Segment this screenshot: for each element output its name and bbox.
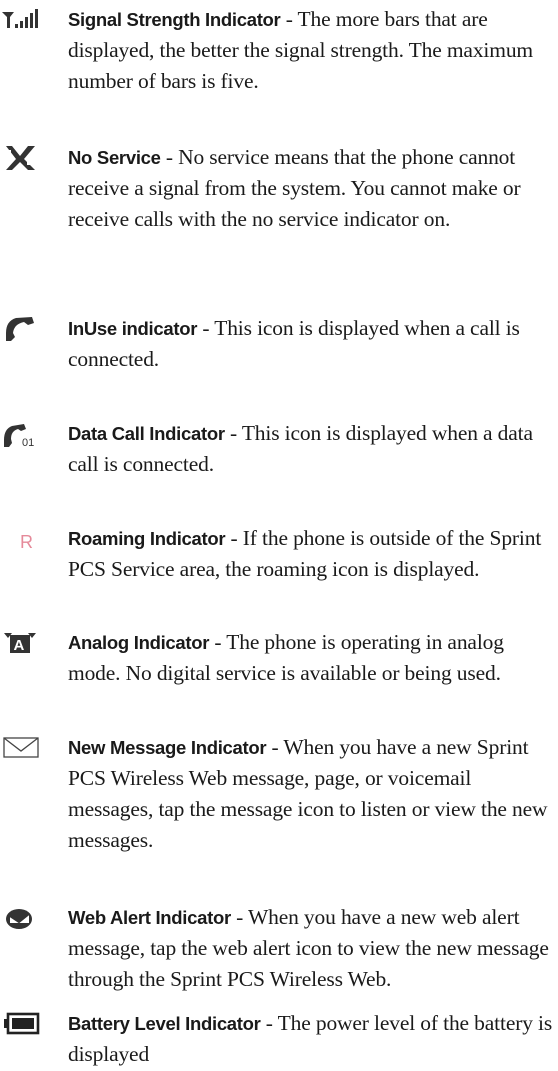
indicator-text: Analog Indicator - The phone is operatin… <box>68 627 558 689</box>
envelope-icon <box>2 734 40 760</box>
data-call-icon-label: 01 <box>22 437 34 448</box>
separator: - <box>224 421 242 445</box>
indicator-text: Data Call Indicator - This icon is displ… <box>68 418 558 480</box>
separator: - <box>280 7 298 31</box>
indicator-text: Battery Level Indicator - The power leve… <box>68 1008 558 1070</box>
indicator-term: Signal Strength Indicator <box>68 9 281 30</box>
separator: - <box>230 905 248 929</box>
web-alert-icon <box>2 904 40 930</box>
signal-strength-icon <box>2 6 40 32</box>
indicator-text: New Message Indicator - When you have a … <box>68 732 558 856</box>
no-service-icon <box>2 144 40 170</box>
indicator-term: InUse indicator <box>68 318 198 339</box>
indicator-term: New Message Indicator <box>68 737 267 758</box>
analog-icon-label: A <box>14 637 25 654</box>
indicator-text: InUse indicator - This icon is displayed… <box>68 313 558 375</box>
battery-icon <box>2 1010 40 1036</box>
data-call-handset-icon: 01 <box>2 420 40 448</box>
indicator-term: Analog Indicator <box>68 632 210 653</box>
separator: - <box>225 526 243 550</box>
separator: - <box>260 1011 278 1035</box>
separator: - <box>197 316 215 340</box>
indicator-term: Data Call Indicator <box>68 423 225 444</box>
indicator-text: Signal Strength Indicator - The more bar… <box>68 4 558 97</box>
roaming-icon-label: R <box>20 532 33 552</box>
indicator-term: Web Alert Indicator <box>68 907 231 928</box>
indicator-term: No Service <box>68 147 161 168</box>
indicator-text: No Service - No service means that the p… <box>68 142 558 235</box>
in-use-handset-icon <box>2 315 40 341</box>
roaming-icon: R <box>2 525 40 552</box>
analog-icon: A <box>2 629 40 655</box>
indicator-text: Web Alert Indicator - When you have a ne… <box>68 902 558 995</box>
separator: - <box>266 735 284 759</box>
indicator-term: Roaming Indicator <box>68 528 226 549</box>
separator: - <box>209 630 227 654</box>
indicator-term: Battery Level Indicator <box>68 1013 261 1034</box>
indicator-text: Roaming Indicator - If the phone is outs… <box>68 523 558 585</box>
separator: - <box>160 145 179 169</box>
